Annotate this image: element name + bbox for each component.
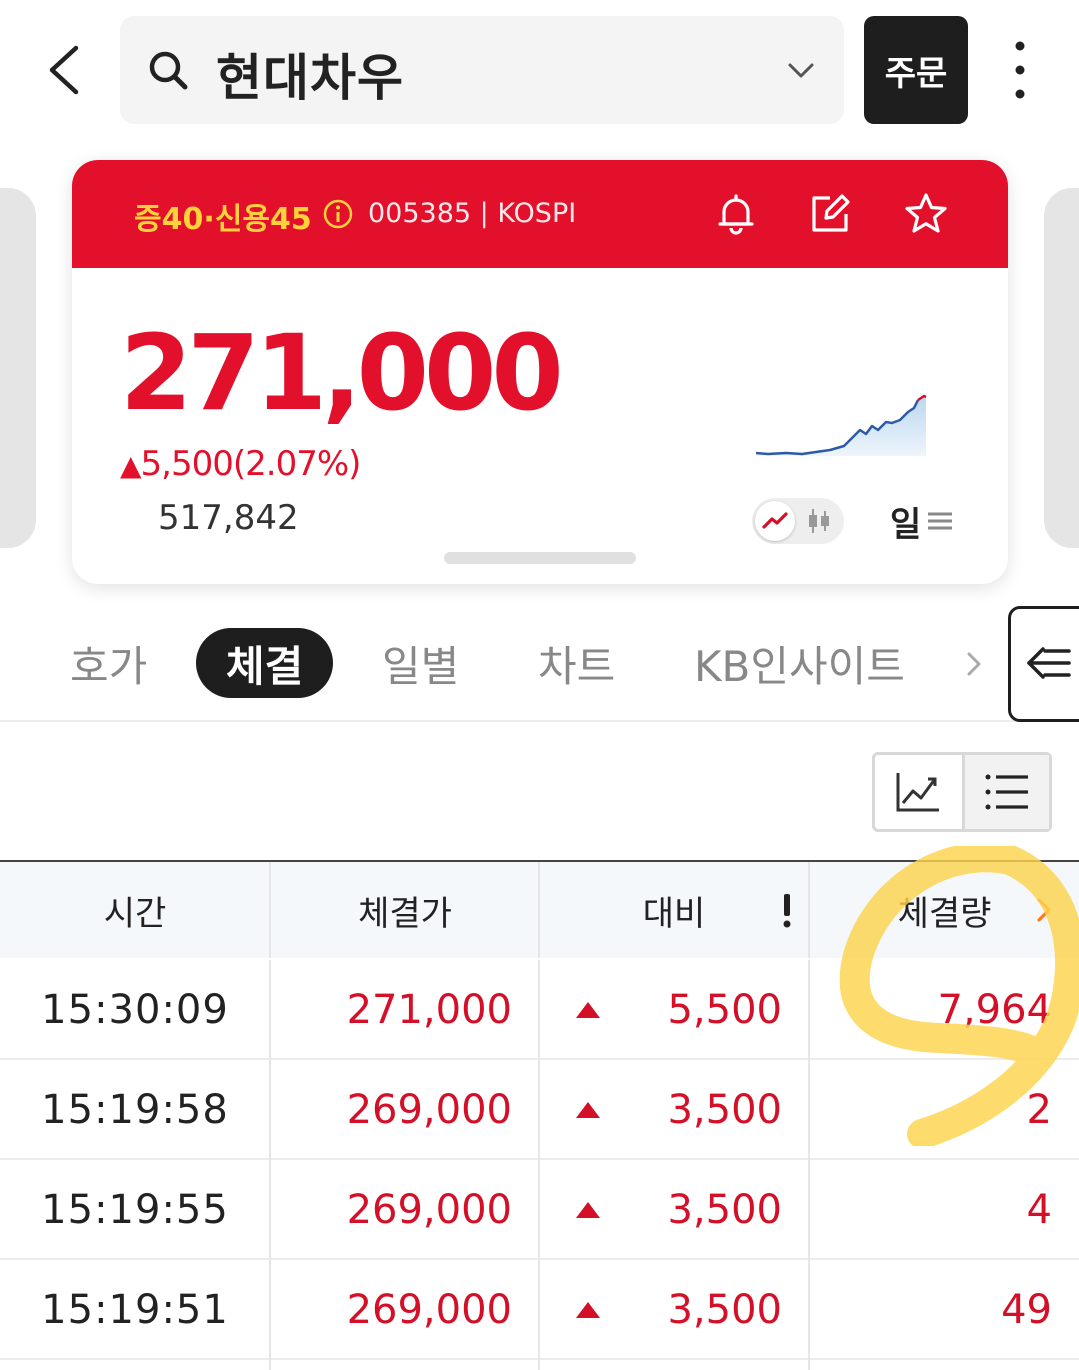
price-change: ▲5,500(2.07%) [120,444,362,484]
alert-icon[interactable] [780,892,794,930]
trade-change: 3,500 [667,1187,782,1233]
up-triangle-icon [566,1060,610,1160]
next-stock-card[interactable] [1044,188,1079,548]
list-view-icon [985,774,1028,810]
trade-volume: 2 [1026,1087,1052,1133]
side-panel-toggle[interactable] [1008,606,1079,722]
hamburger-icon [928,512,953,530]
stock-code-market: 005385 | KOSPI [368,198,577,229]
trade-volume: 49 [1001,1287,1052,1333]
more-menu-button[interactable] [1000,38,1040,102]
trade-time: 15:30:09 [41,987,229,1033]
current-price: 271,000 [120,312,564,434]
stock-card-header: 증40·신용45 005385 | KOSPI [72,160,1008,268]
chart-view-icon [896,773,940,812]
column-divider [538,960,540,1370]
column-divider [269,960,271,1370]
header-price: 체결가 [358,893,452,934]
header-time: 시간 [103,893,167,934]
chart-period-label: 일 [890,504,922,545]
detail-tabs: 호가 체결 일별 차트 KB인사이트 [0,602,1079,722]
price-change-value: 5,500(2.07%) [140,444,362,484]
view-mode-toggle [872,752,1052,832]
trade-change: 5,500 [667,987,782,1033]
trade-change: 3,500 [667,1087,782,1133]
info-icon[interactable] [322,198,354,230]
header-change-label: 대비 [642,893,706,934]
bell-icon[interactable] [712,190,760,238]
trade-price: 269,000 [346,1087,512,1133]
header-change: 대비 [540,862,808,958]
candlestick-icon [809,509,829,533]
top-bar: 현대차우 주문 [0,0,1079,140]
trade-volume: 4 [1026,1187,1052,1233]
tab-chart[interactable]: 차트 [538,628,615,698]
trades-table-header: 시간 체결가 대비 체결량 [0,860,1079,958]
tab-orderbook[interactable]: 호가 [70,628,147,698]
chevron-right-icon[interactable] [960,646,988,682]
star-icon[interactable] [902,190,950,238]
up-triangle-icon [566,960,610,1060]
more-vertical-icon [1015,41,1025,99]
toggle-knob [755,501,795,541]
stock-search-box[interactable]: 현대차우 [120,16,844,124]
trade-volume: 7,964 [937,987,1052,1033]
tab-trades[interactable]: 체결 [196,628,334,698]
header-volume-label: 체결량 [897,893,992,934]
chart-type-toggle[interactable] [752,498,844,544]
back-arrow-icon [49,45,79,95]
margin-rate-label: 증40·신용45 [134,202,312,237]
trade-change: 3,500 [667,1287,782,1333]
trade-price: 269,000 [346,1287,512,1333]
trade-price: 269,000 [346,1187,512,1233]
trade-price: 271,000 [346,987,512,1033]
intraday-mini-chart [756,394,927,456]
chevron-down-icon[interactable] [784,56,818,86]
up-triangle-icon [566,1260,610,1360]
card-drag-handle[interactable] [444,552,636,564]
trade-time: 15:19:55 [41,1187,229,1233]
chart-view-button[interactable] [875,755,962,829]
list-view-button[interactable] [961,755,1049,829]
tab-daily[interactable]: 일별 [382,628,459,698]
line-chart-icon [762,512,788,529]
up-triangle-icon [566,1160,610,1260]
edit-icon[interactable] [806,190,854,238]
previous-stock-card[interactable] [0,188,36,548]
tab-kb-insight[interactable]: KB인사이트 [694,628,905,698]
trade-time: 15:19:51 [41,1287,229,1333]
chart-period-selector[interactable]: 일 [890,498,955,545]
back-button[interactable] [38,40,94,100]
order-button[interactable]: 주문 [864,16,968,124]
chevron-right-icon [1037,898,1051,922]
search-icon [149,51,188,90]
collapse-panel-icon [1027,647,1071,679]
up-arrow-icon: ▲ [120,449,142,482]
trading-volume: 517,842 [158,498,299,538]
stock-summary-card: 증40·신용45 005385 | KOSPI 271,000 ▲5,500(2… [72,160,1008,584]
trade-time: 15:19:58 [41,1087,229,1133]
search-value: 현대차우 [216,49,404,107]
column-divider [808,960,810,1370]
header-volume[interactable]: 체결량 [810,862,1079,958]
